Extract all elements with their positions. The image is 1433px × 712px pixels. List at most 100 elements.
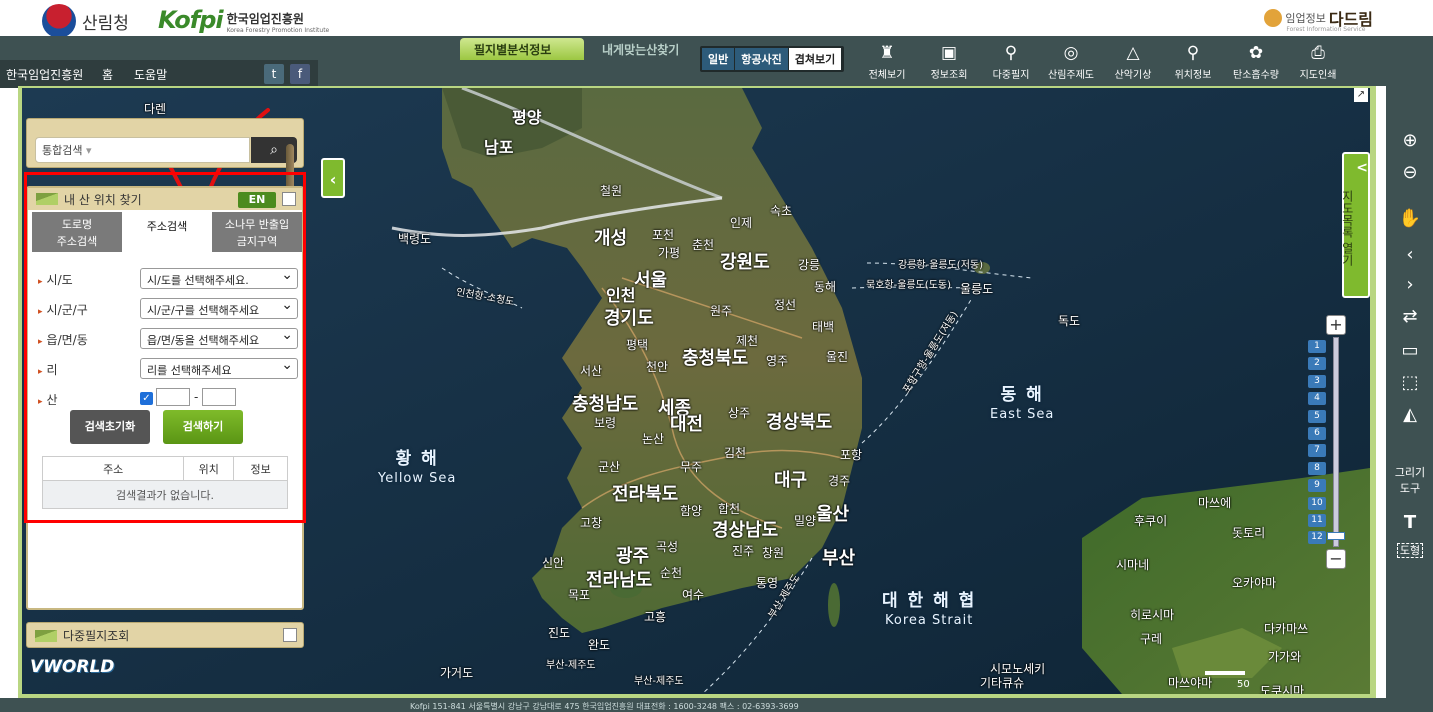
tab-find-mountain[interactable]: 내게맞는산찾기 [588, 38, 698, 60]
map-type-aerial[interactable]: 항공사진 [735, 48, 788, 70]
map-label: 남포 [484, 138, 514, 157]
map-label: 강원도 [720, 252, 770, 273]
header: 산림청 Kofpi 한국임업진흥원 Korea Forestry Promoti… [0, 0, 1433, 40]
map-label: 경주 [828, 474, 851, 488]
zoom-level-marker[interactable]: 1 [1308, 340, 1326, 353]
right-toolbar: ⊕ ⊖ ✋ ‹ › ⇄ ▭ ⬚ ◭ 그리기 도구 T 도형 [1386, 86, 1433, 712]
tool-carbon[interactable]: ✿ 탄소흡수량 [1226, 42, 1286, 82]
search-combo-label: 통합검색 [42, 144, 83, 157]
kofpi-mark: Kofpi [158, 6, 224, 34]
map-label: 부산 [822, 548, 856, 569]
facebook-icon[interactable]: f [290, 64, 310, 84]
info-board-icon: ▣ [940, 43, 958, 63]
prev-view-icon[interactable]: ‹ [1396, 242, 1424, 268]
map-resize-handle[interactable]: ↗ [1354, 88, 1368, 102]
zoom-level-marker[interactable]: 2 [1308, 357, 1326, 371]
text-tool-icon[interactable]: T [1396, 510, 1424, 536]
zoom-in-button[interactable]: + [1326, 315, 1346, 335]
zoom-level-marker[interactable]: 11 [1308, 514, 1326, 527]
zoom-level-marker[interactable]: 7 [1308, 444, 1326, 458]
map-label: 논산 [642, 432, 665, 446]
zoom-slider[interactable]: + − [1326, 315, 1346, 569]
map-label: 진도 [548, 626, 571, 640]
tool-print[interactable]: ⎙ 지도인쇄 [1288, 42, 1348, 82]
map-label: 충청남도 [572, 394, 639, 415]
tool-info-query[interactable]: ▣ 정보조회 [919, 42, 979, 82]
nav-home-org[interactable]: 한국임업진흥원 [6, 66, 83, 83]
shape-tool-label: 도형 [1396, 543, 1424, 558]
map-scale: 50 [1205, 671, 1250, 690]
map-label: 순천 [660, 566, 683, 580]
mountain-icon [35, 630, 57, 642]
map-label: 서울 [634, 270, 668, 291]
map-label: 경상남도 [712, 520, 779, 541]
search-combo[interactable]: 통합검색 ▾ [35, 137, 250, 163]
carbon-flower-icon: ✿ [1248, 43, 1264, 63]
tab-parcel-analysis[interactable]: 필지별분석정보 [460, 38, 584, 60]
tool-label: 정보조회 [930, 70, 968, 81]
pan-hand-icon[interactable]: ✋ [1396, 206, 1424, 232]
vworld-logo: VWORLD [30, 657, 115, 677]
map-label: 창원 [762, 546, 785, 560]
measure-area-icon[interactable]: ⬚ [1396, 370, 1424, 396]
map-label: 인천 [606, 286, 636, 305]
zoom-out-button[interactable]: − [1326, 549, 1346, 569]
chevron-down-icon: ▾ [85, 144, 92, 157]
map-label: 경기도 [604, 308, 654, 329]
zoom-level-marker[interactable]: 6 [1308, 427, 1326, 440]
sea-name-ko: 황 해 [395, 449, 439, 469]
map-label: 곡성 [656, 540, 679, 554]
sea-name-en: Yellow Sea [378, 471, 457, 486]
zoom-level-marker[interactable]: 3 [1308, 374, 1326, 388]
zoom-level-marker[interactable]: 10 [1308, 496, 1326, 510]
nav-help[interactable]: 도움말 [134, 66, 167, 83]
zoom-level-marker[interactable]: 4 [1308, 392, 1326, 406]
map-label: 합천 [718, 502, 741, 516]
map-label: 영주 [766, 354, 789, 368]
daruim-logo[interactable]: 임업정보 다드림 Forest Information Service [1264, 6, 1373, 33]
sea-name-en: East Sea [990, 407, 1055, 422]
draw-label-line: 도구 [1399, 482, 1421, 495]
tool-full-view[interactable]: ♜ 전체보기 [857, 42, 917, 82]
daruim-leaf-icon [1264, 9, 1283, 27]
zoom-level-marker[interactable]: 8 [1308, 461, 1326, 475]
nav-home[interactable]: 홈 [102, 66, 113, 83]
chevron-left-icon[interactable]: ‹ [321, 158, 345, 198]
map-label: 구레 [1140, 632, 1163, 646]
next-view-icon[interactable]: › [1396, 272, 1424, 298]
refresh-icon[interactable]: ⇄ [1396, 304, 1424, 330]
map-label: 인제 [730, 216, 753, 230]
tool-multi-parcel[interactable]: ⚲ 다중필지 [981, 42, 1041, 82]
map-label: 광주 [616, 546, 650, 567]
sea-east: 동 해 East Sea [990, 386, 1054, 424]
zoom-out-icon[interactable]: ⊖ [1396, 160, 1424, 186]
minimize-icon[interactable] [283, 628, 297, 642]
map-label: 포천 [652, 228, 675, 242]
zoom-level-marker[interactable]: 5 [1308, 409, 1326, 423]
kofpi-logo[interactable]: Kofpi 한국임업진흥원 Korea Forestry Promotion I… [158, 6, 329, 34]
map-label: 다카마쓰 [1264, 622, 1309, 636]
sea-name-ko: 대 한 해 협 [882, 591, 977, 611]
zoom-handle[interactable] [1327, 532, 1345, 540]
map-label: 시마네 [1116, 558, 1150, 572]
measure-distance-icon[interactable]: ▭ [1396, 338, 1424, 364]
page: 산림청 Kofpi 한국임업진흥원 Korea Forestry Promoti… [0, 0, 1433, 712]
map-type-normal[interactable]: 일반 [702, 48, 735, 70]
tool-location-info[interactable]: ⚲ 위치정보 [1163, 42, 1223, 82]
tool-forest-theme[interactable]: ◎ 산림주제도 [1041, 42, 1101, 82]
sanrim-logo[interactable]: 산림청 [42, 4, 129, 38]
twitter-icon[interactable]: t [264, 64, 284, 84]
shape-tool-icon[interactable]: 도형 [1390, 542, 1430, 558]
map-label: 마쓰에 [1198, 496, 1232, 510]
measure-angle-icon[interactable]: ◭ [1396, 402, 1424, 428]
route-label: 강릉항-울릉도(저동) [898, 260, 984, 271]
tool-mountain-weather[interactable]: △ 산악기상 [1103, 42, 1163, 82]
map-type-overlay[interactable]: 겹쳐보기 [788, 48, 842, 70]
zoom-in-icon[interactable]: ⊕ [1396, 128, 1424, 154]
map-list-tab[interactable]: < 지도목록 열기 [1340, 152, 1370, 298]
zoom-level-marker[interactable]: 12 [1308, 531, 1326, 545]
zoom-track[interactable] [1333, 337, 1339, 547]
zoom-level-marker[interactable]: 9 [1308, 479, 1326, 493]
map-label: 가거도 [440, 666, 474, 680]
multi-parcel-panel[interactable]: 다중필지조회 [26, 622, 304, 648]
